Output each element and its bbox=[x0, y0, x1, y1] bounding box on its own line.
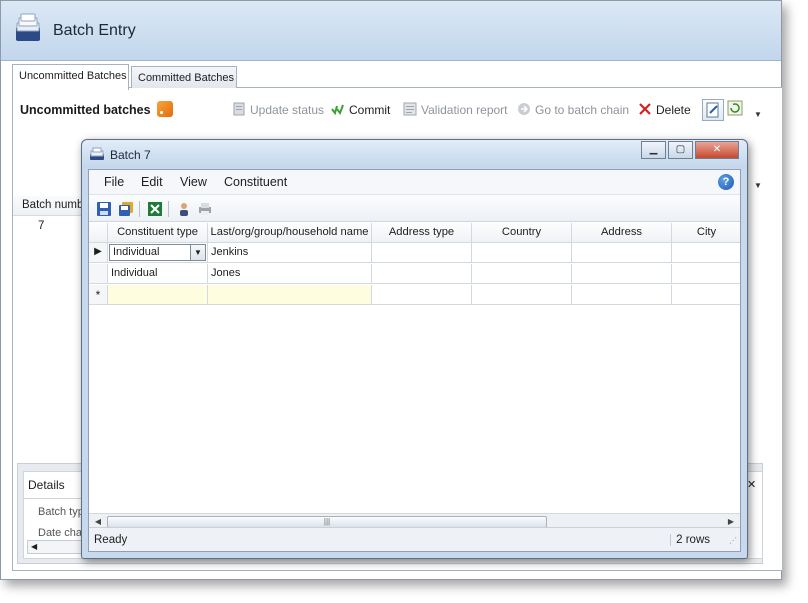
new-row-country[interactable] bbox=[472, 285, 572, 305]
new-row-marker[interactable]: * bbox=[89, 285, 108, 305]
table-row-2-address[interactable] bbox=[572, 264, 672, 284]
chevron-down-icon[interactable]: ▼ bbox=[190, 245, 205, 260]
minimize-button[interactable]: ▁ bbox=[641, 141, 666, 159]
constituent-type-dropdown[interactable]: Individual ▼ bbox=[109, 244, 206, 261]
table-row-2-city[interactable] bbox=[672, 264, 740, 284]
update-status-button[interactable]: Update status bbox=[232, 101, 324, 119]
row-selector[interactable] bbox=[89, 264, 108, 284]
save-all-icon[interactable] bbox=[118, 201, 134, 217]
details-divider bbox=[24, 498, 84, 499]
delete-button[interactable]: Delete bbox=[638, 101, 691, 119]
batch-number-column-header[interactable]: Batch number bbox=[13, 196, 83, 216]
status-ready: Ready bbox=[94, 534, 128, 546]
new-row-address[interactable] bbox=[572, 285, 672, 305]
batch-stack-icon bbox=[16, 13, 40, 41]
edit-batch-button[interactable] bbox=[702, 99, 724, 121]
table-row-1-address[interactable] bbox=[572, 243, 672, 263]
maximize-button[interactable]: ▢ bbox=[668, 141, 693, 159]
tab-uncommitted-batches[interactable]: Uncommitted Batches bbox=[12, 64, 129, 90]
details-close-icon[interactable]: ✕ bbox=[747, 478, 756, 491]
panel-overflow-icon[interactable]: ▼ bbox=[754, 181, 762, 191]
toolbar-separator bbox=[139, 201, 140, 217]
batch-chain-icon bbox=[518, 103, 530, 115]
close-button[interactable]: ✕ bbox=[695, 141, 739, 159]
details-date-changed-label: Date changed bbox=[38, 527, 82, 539]
save-disk-icon[interactable] bbox=[96, 201, 112, 217]
help-icon[interactable]: ? bbox=[718, 174, 734, 190]
column-header-address[interactable]: Address bbox=[572, 223, 672, 243]
validation-report-icon bbox=[403, 102, 417, 116]
commit-button[interactable]: Commit bbox=[331, 101, 390, 119]
icon-toolbar bbox=[89, 194, 740, 222]
column-header-constituent-type[interactable]: Constituent type bbox=[108, 223, 208, 243]
column-header-name[interactable]: Last/org/group/household name bbox=[208, 223, 372, 243]
menu-bar: File Edit View Constituent ? bbox=[89, 170, 740, 194]
status-bar: Ready 2 rows ⋰ bbox=[89, 527, 740, 551]
constituent-person-icon[interactable] bbox=[176, 201, 192, 217]
update-status-icon bbox=[233, 102, 245, 116]
details-scrollbar[interactable]: ◀ bbox=[27, 540, 83, 554]
minimize-icon: ▁ bbox=[649, 144, 658, 155]
refresh-button[interactable] bbox=[726, 99, 746, 121]
excel-export-icon[interactable] bbox=[147, 201, 163, 217]
panel-title: Uncommitted batches bbox=[20, 103, 151, 117]
delete-label: Delete bbox=[656, 103, 691, 117]
batch-grid: Constituent type Last/org/group/househol… bbox=[89, 223, 740, 513]
grid-corner bbox=[89, 223, 108, 243]
table-row-1-constituent-type[interactable]: Individual ▼ bbox=[108, 243, 208, 263]
new-row-constituent-type[interactable] bbox=[108, 285, 208, 305]
new-row-name[interactable] bbox=[208, 285, 372, 305]
tab-committed-batches[interactable]: Committed Batches bbox=[131, 66, 237, 88]
details-title: Details bbox=[28, 478, 65, 492]
resize-grip-icon[interactable]: ⋰ bbox=[725, 536, 737, 548]
table-row-2-address-type[interactable] bbox=[372, 264, 472, 284]
toolbar-overflow-icon[interactable]: ▼ bbox=[754, 110, 762, 120]
printer-icon[interactable] bbox=[197, 201, 213, 217]
commit-label: Commit bbox=[349, 103, 391, 117]
table-row-1-country[interactable] bbox=[472, 243, 572, 263]
table-row-2-name[interactable]: Jones bbox=[208, 264, 372, 284]
close-icon: ✕ bbox=[712, 144, 722, 155]
commit-icon bbox=[331, 104, 344, 116]
rss-feed-icon[interactable] bbox=[157, 101, 173, 117]
batch-7-title: Batch 7 bbox=[110, 148, 151, 162]
status-row-count: 2 rows bbox=[670, 534, 710, 546]
refresh-icon bbox=[727, 100, 743, 116]
maximize-icon: ▢ bbox=[675, 144, 686, 155]
toolbar-separator bbox=[168, 201, 169, 217]
delete-x-icon bbox=[639, 103, 651, 115]
batch-number-cell[interactable]: 7 bbox=[38, 220, 44, 232]
batch-window-icon bbox=[90, 147, 104, 160]
batch-7-titlebar[interactable]: Batch 7 ▁ ▢ ✕ bbox=[82, 140, 747, 168]
menu-view[interactable]: View bbox=[180, 175, 207, 189]
validation-report-label: Validation report bbox=[421, 103, 508, 117]
go-to-batch-chain-label: Go to batch chain bbox=[535, 103, 630, 117]
row-selector-current[interactable]: ▶ bbox=[89, 243, 108, 263]
menu-edit[interactable]: Edit bbox=[141, 175, 163, 189]
edit-document-icon bbox=[706, 102, 719, 118]
menu-file[interactable]: File bbox=[104, 175, 124, 189]
table-row-1-city[interactable] bbox=[672, 243, 740, 263]
menu-constituent[interactable]: Constituent bbox=[224, 175, 287, 189]
column-header-city[interactable]: City bbox=[672, 223, 740, 243]
constituent-type-value: Individual bbox=[113, 246, 160, 258]
validation-report-button[interactable]: Validation report bbox=[403, 101, 508, 119]
batch-7-window: Batch 7 ▁ ▢ ✕ File Edit View Constituent… bbox=[81, 139, 748, 559]
column-header-country[interactable]: Country bbox=[472, 223, 572, 243]
go-to-batch-chain-button[interactable]: Go to batch chain bbox=[517, 101, 629, 119]
update-status-label: Update status bbox=[250, 103, 325, 117]
batch-7-body: File Edit View Constituent ? Constituent… bbox=[88, 169, 741, 552]
table-row-2-constituent-type[interactable]: Individual bbox=[108, 264, 208, 284]
new-row-city[interactable] bbox=[672, 285, 740, 305]
table-row-1-name[interactable]: Jenkins bbox=[208, 243, 372, 263]
batch-entry-titlebar: Batch Entry bbox=[1, 1, 781, 61]
details-batch-type-label: Batch type bbox=[38, 506, 82, 518]
table-row-2-country[interactable] bbox=[472, 264, 572, 284]
table-row-1-address-type[interactable] bbox=[372, 243, 472, 263]
column-header-address-type[interactable]: Address type bbox=[372, 223, 472, 243]
new-row-address-type[interactable] bbox=[372, 285, 472, 305]
batch-entry-title: Batch Entry bbox=[53, 22, 136, 39]
